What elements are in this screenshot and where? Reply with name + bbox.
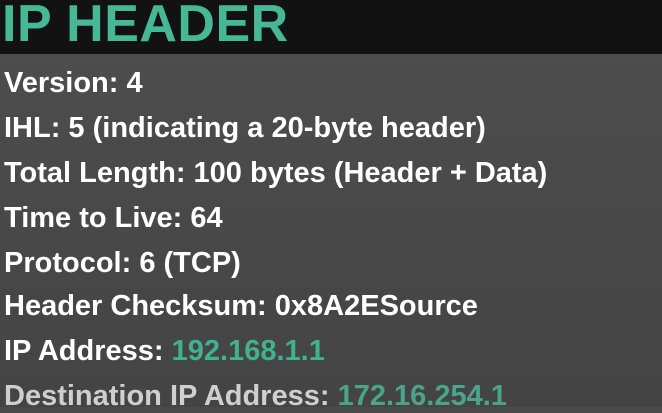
version-line: Version: 4 — [4, 67, 143, 99]
content-panel: Version: 4 IHL: 5 (indicating a 20-byte … — [0, 54, 662, 412]
total-length-line: Total Length: 100 bytes (Header + Data) — [4, 157, 548, 189]
slide-title: IP HEADER — [2, 0, 289, 53]
destination-ip-value: 172.16.254.1 — [337, 380, 507, 412]
ttl-line: Time to Live: 64 — [4, 202, 223, 234]
destination-ip-line: Destination IP Address: 172.16.254.1 — [4, 379, 507, 413]
source-ip-label: IP Address: — [4, 335, 172, 367]
source-ip-value: 192.168.1.1 — [171, 335, 325, 367]
destination-ip-label: Destination IP Address: — [4, 380, 338, 412]
title-bar: IP HEADER — [0, 0, 662, 54]
checksum-line: Header Checksum: 0x8A2ESource — [4, 290, 478, 322]
source-ip-line: IP Address: 192.168.1.1 — [4, 334, 325, 368]
protocol-line: Protocol: 6 (TCP) — [4, 247, 241, 279]
ihl-line: IHL: 5 (indicating a 20-byte header) — [4, 112, 486, 144]
